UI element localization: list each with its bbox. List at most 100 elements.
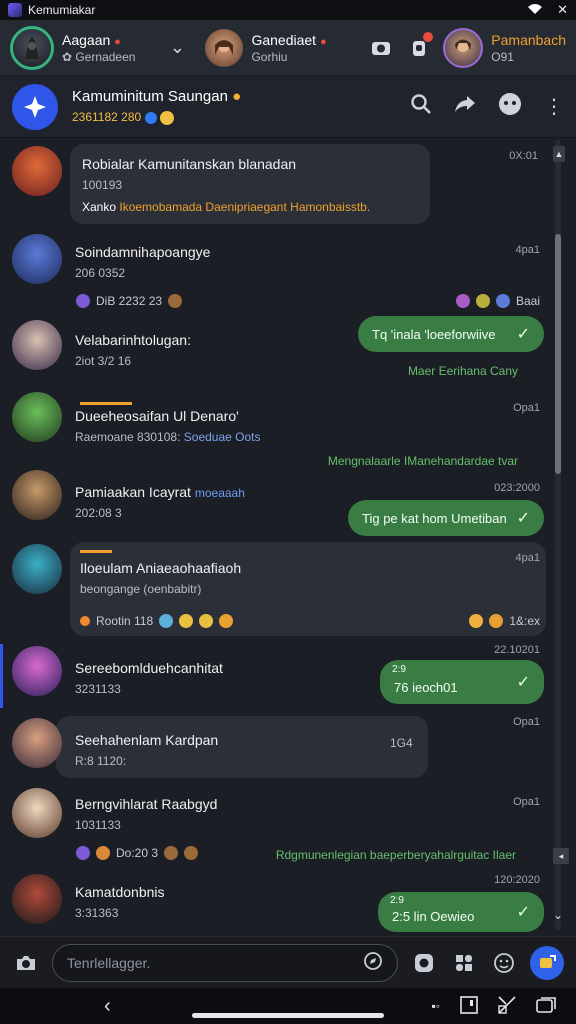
- account-sub: Gernadeen: [75, 49, 136, 64]
- message-input[interactable]: Tenrlellagger.: [52, 943, 398, 982]
- more-vert-icon[interactable]: ⋮: [544, 94, 564, 119]
- scroll-up-button[interactable]: ▲: [553, 146, 565, 162]
- avatar: [12, 146, 62, 196]
- compass-icon[interactable]: [363, 951, 383, 974]
- search-icon[interactable]: [410, 93, 432, 121]
- message-row[interactable]: Seehahenlam Kardpan R:8 1120: 1G4 Opa1: [0, 714, 556, 780]
- close-icon[interactable]: ✕: [557, 2, 568, 18]
- share-icon[interactable]: [454, 94, 476, 120]
- account-switcher: Aagaan ● ✿ Gernadeen ⌄ Ganediaet ● Gorhi…: [0, 20, 576, 76]
- avatar: [12, 544, 62, 594]
- message-row[interactable]: Sereebomlduehcanhitat 3231133 22.10201 2…: [0, 642, 556, 718]
- message-row[interactable]: Robialar Kamunitanskan blanadan 100193 X…: [0, 138, 556, 228]
- reaction-text: Baai: [515, 294, 540, 308]
- reaction-text: DiB 2232 23: [96, 294, 163, 308]
- reaction-bar-right[interactable]: 1&:ex: [469, 614, 540, 628]
- account-name: Pamanbach: [491, 31, 566, 48]
- bubble-top: 2:9: [390, 895, 404, 906]
- message-time: 0X:01: [509, 150, 538, 162]
- avatar: [12, 788, 62, 838]
- camera-icon[interactable]: [12, 949, 40, 977]
- sent-bubble[interactable]: Tq 'inala 'loeeforwiive ✓: [358, 316, 544, 352]
- account-2[interactable]: Ganediaet ● Gorhiu: [205, 28, 327, 67]
- system-nav-bar: ‹ ▪◦: [0, 988, 576, 1024]
- message-row[interactable]: Dueeheosaifan Ul Denaro' Raemoane 830108…: [0, 388, 556, 470]
- app-icon: [8, 3, 22, 17]
- screenshot-icon[interactable]: [498, 995, 516, 1017]
- sent-bubble[interactable]: 2:9 76 ieoch01 ✓: [380, 660, 544, 704]
- keyboard-icon[interactable]: [460, 995, 478, 1017]
- message-row[interactable]: Pamiaakan Icayrat moeaaah 202:08 3 023:2…: [0, 468, 556, 540]
- message-time: 22.10201: [494, 644, 540, 656]
- avatar: [10, 25, 54, 70]
- account-name: Ganediaet: [251, 31, 317, 48]
- message-row[interactable]: Kamatdonbnis 3:31363 120:2020 2:9 2:5 li…: [0, 872, 556, 936]
- message-meta: 100193: [82, 178, 123, 192]
- camera-icon[interactable]: [367, 34, 395, 62]
- sender-name: Soindamnihapoangye: [75, 244, 211, 260]
- group-icon[interactable]: [498, 92, 522, 122]
- message-row[interactable]: Soindamnihapoangye 206 0352 4pa1 DiB 223…: [0, 230, 556, 316]
- reaction-text: 1&:ex: [509, 614, 540, 628]
- recents-icon[interactable]: [536, 996, 556, 1017]
- reaction-bar[interactable]: Rootin 118: [80, 614, 234, 628]
- sticker-icon[interactable]: [450, 949, 478, 977]
- message-placeholder: Tenrlellagger.: [67, 954, 151, 971]
- status-note: Rdgmunenlegian baeperberyahalrguitac Ila…: [275, 848, 516, 862]
- account-sub: O91: [491, 49, 514, 64]
- check-icon: ✓: [516, 510, 530, 527]
- channel-header: Kamuminitum Saungan ● 2361182 280 ⋮: [0, 76, 576, 138]
- reaction-bar[interactable]: DiB 2232 23: [76, 294, 183, 308]
- avatar: [12, 646, 62, 696]
- sender-name: Robialar Kamunitanskan blanadan: [82, 156, 297, 172]
- message-meta: 3:31363: [75, 906, 119, 920]
- message-row[interactable]: Velabarinhtolugan: 2iot 3/2 16 Tq 'inala…: [0, 314, 556, 384]
- reaction-bar[interactable]: Do:20 3: [76, 846, 199, 860]
- sent-bubble[interactable]: Tig pe kat hom Umetiban ✓: [348, 500, 544, 536]
- highlight-bar: [80, 550, 112, 553]
- scrollbar-thumb[interactable]: [555, 234, 561, 474]
- preview-text: Ikoemobamada Daenipriaegant Hamonbaisstb…: [119, 200, 371, 214]
- message-row[interactable]: Iloeulam Aniaeaohaafiaoh beongange (oenb…: [0, 542, 556, 638]
- avatar: [12, 234, 62, 284]
- home-indicator[interactable]: [192, 1013, 384, 1018]
- flower-icon: ✿: [62, 49, 73, 64]
- message-time: Opa1: [513, 796, 540, 808]
- sent-bubble[interactable]: 2:9 2:5 lin Oewieo ✓: [378, 892, 544, 932]
- status-bar: Kemumiakar ✕: [0, 0, 576, 20]
- notification-icon[interactable]: [405, 31, 434, 62]
- channel-title: Kamuminitum Saungan: [72, 88, 228, 106]
- message-meta: 1031133: [75, 818, 121, 832]
- avatar: [12, 392, 62, 442]
- account-3[interactable]: Pamanbach O91: [443, 27, 566, 68]
- sender-name: Sereebomlduehcanhitat: [75, 660, 223, 676]
- check-icon: ✓: [516, 326, 530, 343]
- message-time: 4pa1: [515, 244, 540, 256]
- wifi-icon: [527, 3, 543, 18]
- message-meta: 2iot 3/2 16: [75, 354, 132, 368]
- message-row[interactable]: Berngvihlarat Raabgyd 1031133 Opa1 Do:20…: [0, 784, 556, 870]
- message-time: Opa1: [513, 716, 540, 728]
- message-time: 4pa1: [515, 552, 540, 564]
- record-icon[interactable]: [410, 949, 438, 977]
- chevron-down-icon[interactable]: ⌄: [163, 34, 191, 62]
- message-feed: Robialar Kamunitanskan blanadan 100193 X…: [0, 138, 576, 936]
- scroll-down-button[interactable]: ⌄: [553, 908, 563, 922]
- reaction-bar-right[interactable]: Baai: [455, 294, 540, 308]
- back-icon[interactable]: ‹: [104, 995, 111, 1018]
- channel-sub: 2361182 280: [72, 110, 142, 125]
- avatar: [12, 718, 62, 768]
- sent-text: Tig pe kat hom Umetiban: [362, 510, 507, 526]
- sender-name: Berngvihlarat Raabgyd: [75, 796, 218, 812]
- account-1[interactable]: Aagaan ● ✿ Gernadeen: [10, 25, 136, 70]
- scroll-marker[interactable]: ◂: [553, 848, 569, 864]
- sender-name: Velabarinhtolugan:: [75, 332, 191, 348]
- sender-name: Kamatdonbnis: [75, 884, 165, 900]
- composer: Tenrlellagger.: [0, 936, 576, 988]
- sound-icon[interactable]: ▪◦: [431, 999, 440, 1013]
- channel-logo[interactable]: [12, 83, 58, 130]
- send-button[interactable]: [530, 945, 564, 980]
- user-tag: moeaaah: [194, 486, 245, 500]
- emoji-icon[interactable]: [490, 949, 518, 977]
- message-meta: R:8 1120:: [75, 754, 127, 768]
